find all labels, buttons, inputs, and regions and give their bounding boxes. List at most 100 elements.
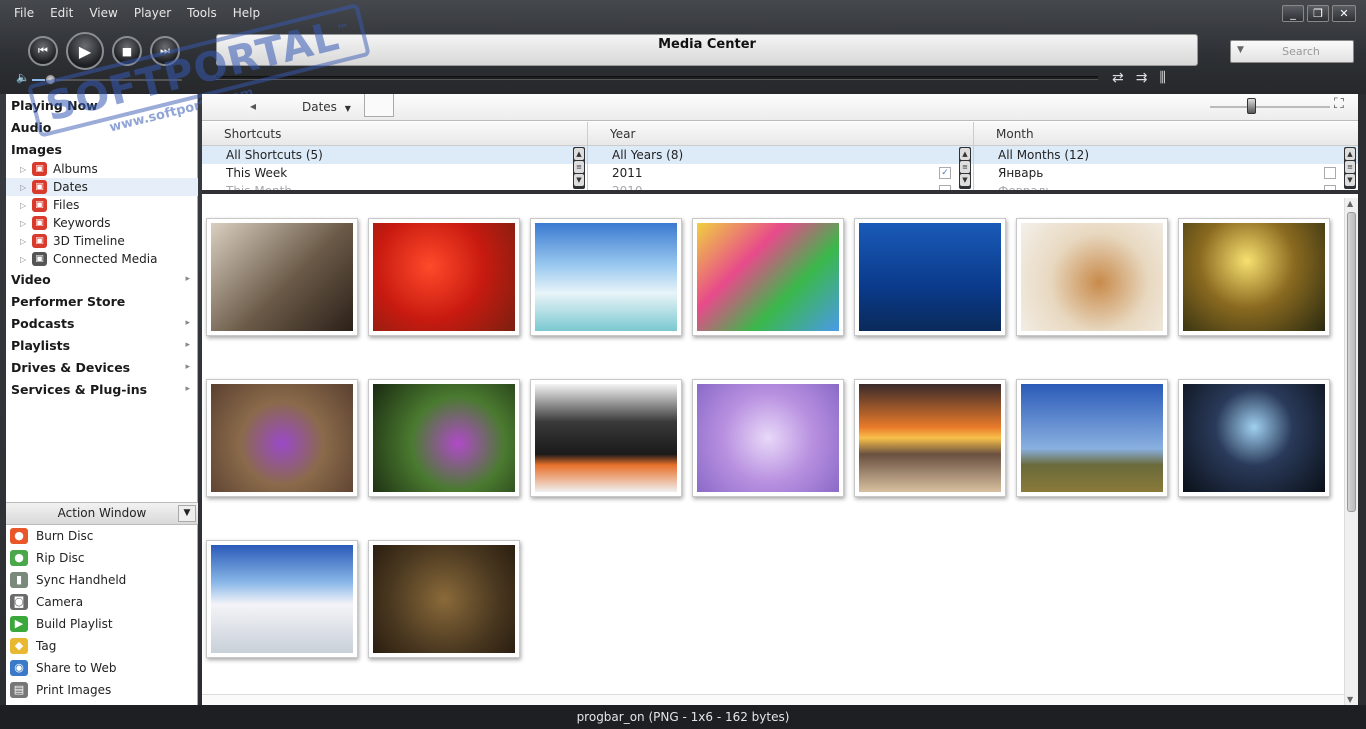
action-item[interactable]: ● Rip Disc — [6, 547, 198, 569]
thumb-red-leaves[interactable] — [368, 218, 520, 336]
previous-button[interactable]: ⏮ — [28, 36, 58, 66]
filter-row[interactable]: All Months (12) — [974, 146, 1358, 164]
filter-column: Year All Years (8) 2011 ✓ 2010 ▲≡▼ — [588, 122, 974, 190]
menu-edit[interactable]: Edit — [42, 4, 81, 22]
filter-checkbox[interactable] — [1324, 167, 1336, 179]
thumb-butterfly-flower[interactable] — [368, 379, 520, 497]
equalizer-icon[interactable]: ⫼ — [1159, 70, 1165, 86]
thumb-stonehenge[interactable] — [1016, 379, 1168, 497]
filter-row[interactable]: This Month — [202, 182, 587, 190]
thumb-purple-crocus[interactable] — [206, 379, 358, 497]
playlist-icon: ▶ — [10, 616, 28, 632]
filter-row[interactable]: Январь — [974, 164, 1358, 182]
expand-triangle-icon[interactable]: ▷ — [20, 183, 32, 192]
nav-subitem[interactable]: ▷ ▣ Keywords — [6, 214, 198, 232]
filter-row[interactable]: All Years (8) — [588, 146, 973, 164]
nav-subitem[interactable]: ▷ ▣ Dates — [6, 178, 198, 196]
volume-knob[interactable] — [45, 74, 56, 85]
expand-triangle-icon[interactable]: ▷ — [20, 255, 32, 264]
filter-row[interactable]: 2010 — [588, 182, 973, 190]
minimize-button[interactable]: _ — [1282, 5, 1304, 22]
menu-tools[interactable]: Tools — [179, 4, 225, 22]
vertical-scrollbar[interactable]: ▲ ▼ — [1344, 198, 1358, 705]
thumb-sea-turtle[interactable] — [854, 218, 1006, 336]
filter-column-header[interactable]: Month — [974, 122, 1358, 146]
nav-item[interactable]: Performer Store — [6, 290, 198, 312]
thumb-sunset-beach[interactable] — [854, 379, 1006, 497]
expand-triangle-icon[interactable]: ▷ — [20, 237, 32, 246]
scroll-down-icon[interactable]: ▼ — [1347, 695, 1353, 704]
thumbnail-zoom-slider[interactable] — [1210, 98, 1330, 114]
thumb-beach-rocks[interactable] — [530, 218, 682, 336]
thumb-audi-car[interactable] — [530, 379, 682, 497]
repeat-icon[interactable]: ⇄ — [1112, 70, 1124, 86]
menu-view[interactable]: View — [81, 4, 125, 22]
search-dropdown-icon[interactable]: ▼ — [1237, 45, 1244, 55]
nav-item[interactable]: Images — [6, 138, 198, 160]
thumb-colorful-abstract[interactable] — [692, 218, 844, 336]
play-button[interactable]: ▶ — [66, 32, 104, 70]
view-mode-dropdown[interactable]: Dates ▼ — [294, 96, 359, 118]
action-item[interactable]: ▶ Build Playlist — [6, 613, 198, 635]
expand-triangle-icon[interactable]: ▷ — [20, 219, 32, 228]
close-button[interactable]: ✕ — [1332, 5, 1356, 22]
nav-item[interactable]: Services & Plug-ins ▸ — [6, 378, 198, 400]
filter-checkbox[interactable] — [1324, 185, 1336, 190]
next-button[interactable]: ⏭ — [150, 36, 180, 66]
nav-item[interactable]: Drives & Devices ▸ — [6, 356, 198, 378]
action-item[interactable]: ◆ Tag — [6, 635, 198, 657]
nav-subitem[interactable]: ▷ ▣ 3D Timeline — [6, 232, 198, 250]
thumb-white-dunes[interactable] — [206, 540, 358, 658]
filter-row[interactable]: This Week — [202, 164, 587, 182]
chevron-down-icon[interactable]: ▼ — [178, 505, 196, 522]
filter-scrollbar[interactable]: ▲ ≡ ▼ — [573, 147, 585, 189]
nav-subitem[interactable]: ▷ ▣ Files — [6, 196, 198, 214]
action-item[interactable]: ◉ Share to Web — [6, 657, 198, 679]
nav-item[interactable]: Video ▸ — [6, 268, 198, 290]
fullscreen-icon[interactable]: ⛶ — [1334, 96, 1344, 112]
nav-item[interactable]: Audio — [6, 116, 198, 138]
search-input[interactable] — [1253, 43, 1349, 60]
scroll-thumb[interactable] — [1347, 212, 1356, 512]
expand-triangle-icon[interactable]: ▷ — [20, 201, 32, 210]
seek-bar[interactable] — [216, 76, 1098, 80]
shuffle-icon[interactable]: ⇉ — [1136, 70, 1148, 86]
filter-checkbox[interactable]: ✓ — [939, 167, 951, 179]
menu-player[interactable]: Player — [126, 4, 179, 22]
action-item[interactable]: ◙ Camera — [6, 591, 198, 613]
action-item[interactable]: ▤ Print Images — [6, 679, 198, 701]
nav-item[interactable]: Playlists ▸ — [6, 334, 198, 356]
thumb-woman-portrait[interactable] — [206, 218, 358, 336]
horizontal-scrollbar[interactable] — [202, 694, 1344, 705]
nav-item[interactable]: Podcasts ▸ — [6, 312, 198, 334]
zoom-knob[interactable] — [1246, 98, 1256, 114]
thumb-experience-water-drops[interactable] — [368, 540, 520, 658]
nav-subitem[interactable]: ▷ ▣ Albums — [6, 160, 198, 178]
filter-row[interactable]: Февраль — [974, 182, 1358, 190]
filter-checkbox[interactable] — [939, 185, 951, 190]
filter-row-label: All Years (8) — [612, 148, 684, 162]
expand-triangle-icon[interactable]: ▷ — [20, 165, 32, 174]
volume-slider[interactable]: 🔈 — [16, 71, 182, 86]
back-arrow-icon[interactable]: ◂ — [250, 99, 256, 113]
nav-subitem[interactable]: ▷ ▣ Connected Media — [6, 250, 198, 268]
restore-button[interactable]: ❐ — [1307, 5, 1329, 22]
thumb-puppy[interactable] — [1016, 218, 1168, 336]
action-item[interactable]: ● Burn Disc — [6, 525, 198, 547]
stop-button[interactable]: ■ — [112, 36, 142, 66]
thumb-dark-waterfall[interactable] — [1178, 379, 1330, 497]
menu-file[interactable]: File — [6, 4, 42, 22]
filter-column-header[interactable]: Shortcuts — [202, 122, 587, 146]
filter-row[interactable]: All Shortcuts (5) — [202, 146, 587, 164]
menu-help[interactable]: Help — [225, 4, 268, 22]
filter-column-header[interactable]: Year — [588, 122, 973, 146]
filter-scrollbar[interactable]: ▲ ≡ ▼ — [1344, 147, 1356, 189]
thumb-lilac-flowers[interactable] — [692, 379, 844, 497]
thumb-forest-sunlight[interactable] — [1178, 218, 1330, 336]
nav-item[interactable]: Playing Now — [6, 94, 198, 116]
filter-row[interactable]: 2011 ✓ — [588, 164, 973, 182]
filter-scrollbar[interactable]: ▲ ≡ ▼ — [959, 147, 971, 189]
action-item[interactable]: ▮ Sync Handheld — [6, 569, 198, 591]
scroll-up-icon[interactable]: ▲ — [1347, 199, 1353, 208]
view-tab-blank[interactable] — [364, 94, 394, 117]
